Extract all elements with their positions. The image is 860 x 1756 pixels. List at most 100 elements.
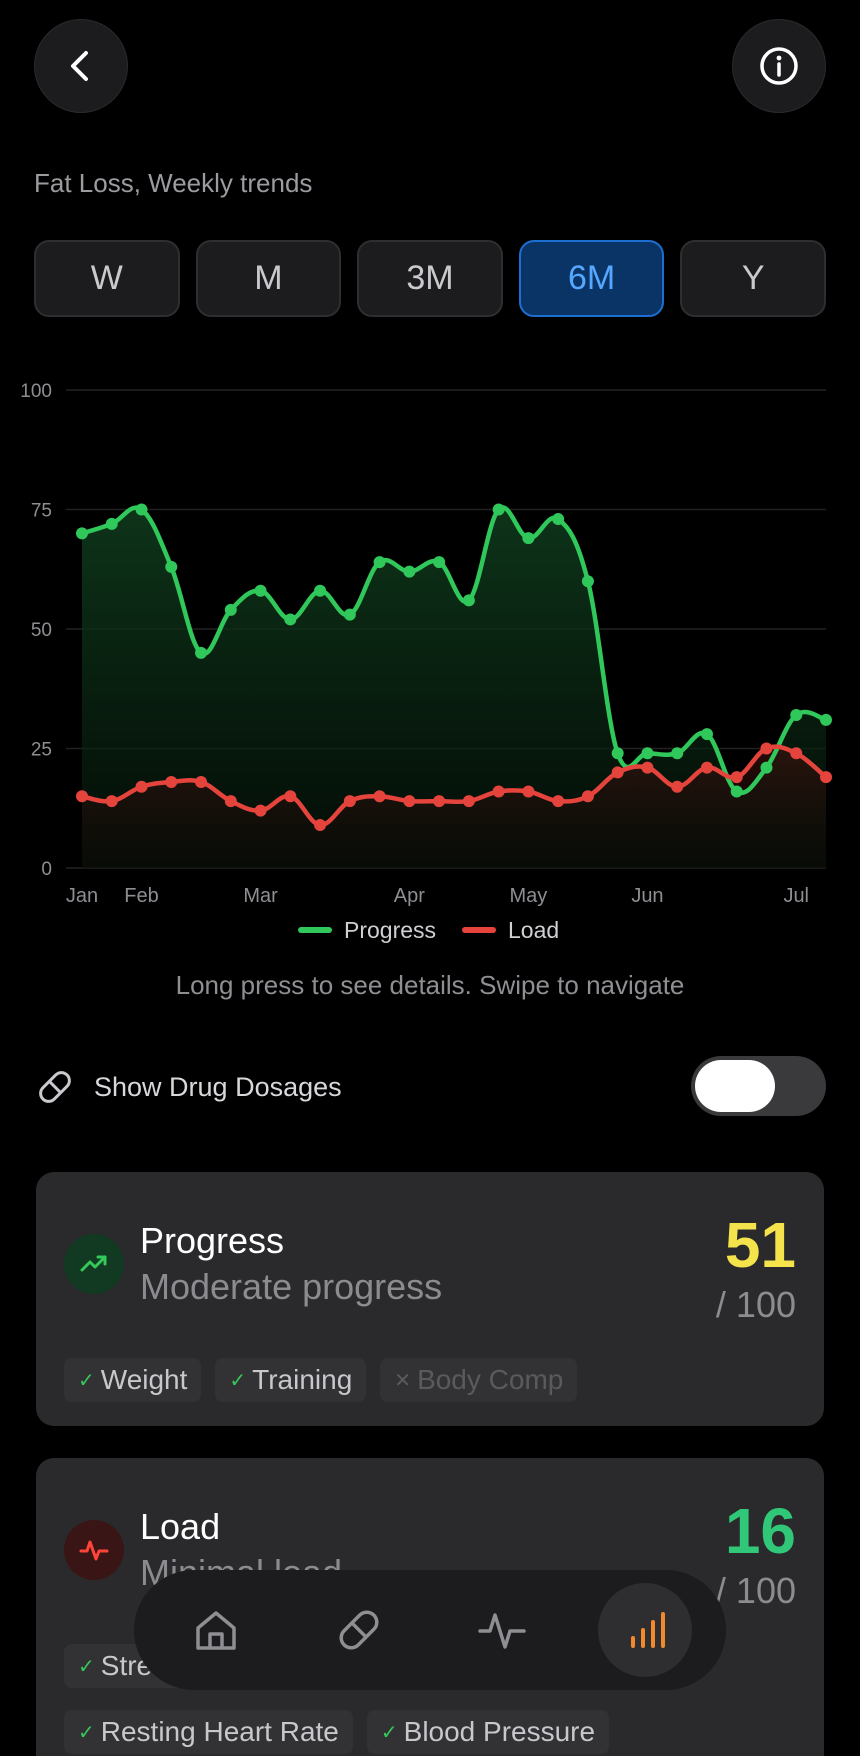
tag-resting-heart-rate: ✓ Resting Heart Rate: [64, 1710, 353, 1754]
data-point-progress: [105, 517, 118, 530]
range-button-6m[interactable]: 6M: [518, 240, 665, 317]
data-point-load: [611, 766, 624, 779]
data-point-progress: [76, 527, 88, 540]
load-score: 16: [724, 1495, 796, 1567]
progress-card[interactable]: Progress Moderate progress 51 / 100 ✓ Wei…: [36, 1172, 824, 1426]
x-tick-label: Jan: [66, 885, 98, 907]
pill-icon: [338, 1610, 379, 1650]
load-score-denominator: / 100: [715, 1570, 796, 1611]
range-button-w[interactable]: W: [34, 240, 180, 317]
x-tick-label: Apr: [394, 885, 425, 907]
data-point-load: [254, 804, 267, 817]
data-point-load: [462, 795, 475, 808]
data-point-progress: [552, 513, 565, 526]
progress-title: Progress: [140, 1220, 285, 1261]
x-tick-label: Mar: [243, 885, 278, 907]
nav-activity[interactable]: [455, 1583, 549, 1677]
data-point-load: [492, 785, 505, 798]
data-point-load: [343, 795, 356, 808]
range-button-y[interactable]: Y: [680, 240, 826, 317]
data-point-progress: [760, 761, 773, 774]
page-subtitle: Fat Loss, Weekly trends: [34, 168, 313, 198]
nav-medications[interactable]: [312, 1583, 406, 1677]
y-tick-label: 25: [31, 740, 52, 761]
trend-chart[interactable]: 0 25 50 75 100 Jan Feb Mar Apr May Jun Jul Progress…: [0, 370, 860, 950]
progress-score: 51: [724, 1209, 796, 1281]
x-tick-label: May: [510, 885, 548, 907]
data-point-progress: [462, 594, 475, 607]
legend-label: Progress: [344, 917, 436, 943]
data-point-progress: [492, 503, 505, 516]
drug-dosages-toggle[interactable]: [691, 1056, 826, 1116]
data-point-load: [403, 795, 416, 808]
data-point-progress: [700, 728, 713, 741]
data-point-load: [522, 785, 535, 798]
nav-trends[interactable]: [597, 1583, 692, 1677]
data-point-load: [373, 790, 386, 803]
progress-subtitle: Moderate progress: [140, 1266, 443, 1307]
x-tick-label: Jun: [631, 885, 663, 907]
data-point-load: [552, 795, 565, 808]
info-icon: [760, 47, 798, 85]
data-point-load: [700, 761, 713, 774]
data-point-load: [820, 771, 832, 784]
tag-training: ✓ Training: [215, 1358, 367, 1402]
data-point-progress: [820, 713, 832, 726]
data-point-load: [105, 795, 118, 808]
progress-score-denominator: / 100: [715, 1284, 796, 1325]
trending-up-icon: [64, 1234, 124, 1294]
data-point-load: [195, 775, 208, 788]
back-button[interactable]: [34, 19, 128, 113]
nav-home[interactable]: [169, 1583, 263, 1677]
data-point-progress: [790, 709, 803, 722]
data-point-load: [433, 795, 446, 808]
data-point-progress: [224, 603, 237, 616]
data-point-progress: [522, 532, 535, 545]
data-point-load: [671, 780, 684, 793]
drug-dosages-row: Show Drug Dosages: [34, 1056, 826, 1118]
data-point-progress: [433, 556, 446, 569]
x-tick-label: Jul: [783, 885, 809, 907]
data-point-progress: [135, 503, 148, 516]
tag-blood-pressure: ✓ Blood Pressure: [366, 1710, 610, 1754]
chart-icon: [630, 1612, 665, 1648]
chart-hint: Long press to see details. Swipe to navi…: [175, 970, 685, 1000]
data-point-load: [224, 795, 237, 808]
data-point-load: [641, 761, 654, 774]
data-point-load: [76, 790, 88, 803]
data-point-progress: [254, 584, 267, 597]
legend-swatch: [462, 927, 496, 933]
load-title: Load: [140, 1506, 221, 1547]
data-point-progress: [730, 785, 743, 798]
x-tick-label: Feb: [124, 885, 158, 907]
legend-swatch: [298, 927, 332, 933]
info-button[interactable]: [732, 19, 826, 113]
data-point-load: [135, 780, 148, 793]
data-point-load: [581, 790, 594, 803]
tag-weight: ✓ Weight: [64, 1358, 202, 1402]
data-point-load: [790, 747, 803, 760]
data-point-progress: [641, 747, 654, 760]
bottom-nav: [134, 1570, 726, 1690]
range-button-m[interactable]: M: [195, 240, 342, 317]
y-tick-label: 50: [31, 620, 52, 641]
load-tags-row-2: ✓ Resting Heart Rate ✓ Blood Pressure: [64, 1710, 610, 1754]
range-button-3m[interactable]: 3M: [357, 240, 503, 317]
data-point-load: [730, 771, 743, 784]
data-point-load: [760, 742, 773, 755]
y-tick-label: 0: [41, 859, 52, 880]
data-point-progress: [314, 584, 327, 597]
legend-label: Load: [508, 917, 559, 943]
data-point-load: [284, 790, 297, 803]
pill-icon: [39, 1071, 71, 1103]
data-point-load: [314, 818, 327, 831]
data-point-progress: [343, 608, 356, 621]
chevron-left-icon: [71, 51, 88, 81]
home-icon: [195, 1611, 236, 1650]
data-point-progress: [403, 565, 416, 578]
data-point-progress: [284, 613, 297, 626]
activity-icon: [64, 1520, 124, 1580]
data-point-progress: [671, 747, 684, 760]
progress-tags: ✓ Weight ✓ Training ✕ Body Comp: [64, 1358, 578, 1402]
data-point-progress: [195, 646, 208, 659]
